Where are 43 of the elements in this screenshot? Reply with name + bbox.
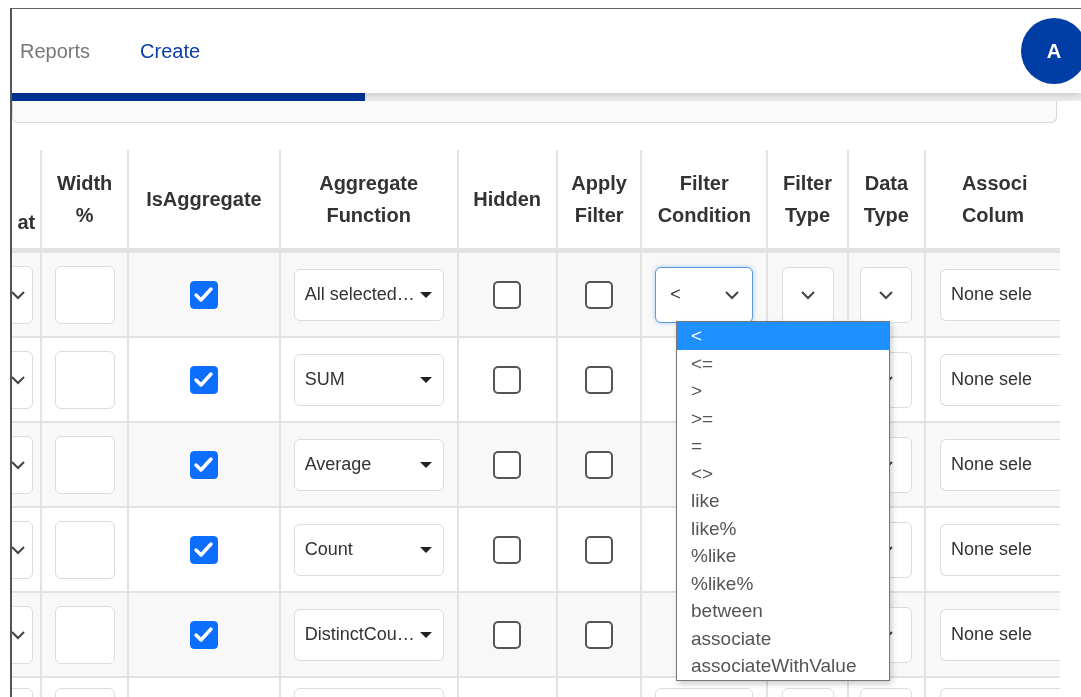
dropdown-option[interactable]: > [677, 377, 889, 405]
column-header: % [74, 203, 95, 228]
nav-tab[interactable]: Create [140, 35, 201, 67]
nav-tab[interactable]: Reports [20, 35, 91, 67]
column-header: Colum [961, 203, 1026, 228]
dropdown-option[interactable]: %like [677, 542, 889, 570]
aggregate-select[interactable]: Average [293, 438, 444, 491]
aggregate-select[interactable]: All selected… [293, 268, 444, 321]
dropdown-option[interactable]: like [677, 487, 889, 515]
dropdown-option[interactable]: <> [677, 459, 889, 487]
column-header: Width [55, 171, 114, 196]
column-header: Aggregate [318, 171, 420, 196]
column-header: at [16, 210, 36, 235]
column-header: Filter [782, 171, 833, 196]
column-header: Data [863, 171, 910, 196]
associated-column-select[interactable]: None sele [939, 268, 1060, 321]
aggregate-select[interactable]: DistinctCou… [293, 608, 444, 661]
column-header: IsAggregate [145, 187, 263, 212]
column-header: Filter [678, 171, 730, 196]
column-header: Type [862, 203, 910, 228]
associated-column-select[interactable]: None sele [939, 608, 1060, 661]
filter-condition-select[interactable]: < [655, 266, 754, 323]
dropdown-option[interactable]: %like% [677, 569, 889, 597]
dropdown-option[interactable]: >= [677, 404, 889, 432]
user-avatar[interactable]: A [1021, 18, 1081, 84]
dropdown-option[interactable]: like% [677, 514, 889, 542]
aggregate-select[interactable]: Count [293, 523, 444, 576]
column-header: Apply [570, 171, 628, 196]
column-header: Type [783, 203, 832, 228]
aggregate-select[interactable]: SUM [293, 353, 444, 406]
column-header: Condition [656, 203, 752, 228]
dropdown-option[interactable]: <= [677, 349, 889, 377]
column-header: Associ [961, 171, 1029, 196]
dropdown-option[interactable]: = [677, 432, 889, 460]
column-header: Hidden [472, 187, 543, 212]
associated-column-select[interactable]: None sele [939, 523, 1060, 576]
associated-column-select[interactable]: None sele [939, 438, 1060, 491]
column-header: Filter [573, 203, 625, 228]
dropdown-option[interactable]: between [677, 597, 889, 625]
column-header: Function [325, 203, 412, 228]
dropdown-option[interactable]: associate [677, 624, 889, 652]
associated-column-select[interactable]: None sele [939, 353, 1060, 406]
dropdown-option[interactable]: associateWithValue [677, 652, 889, 680]
